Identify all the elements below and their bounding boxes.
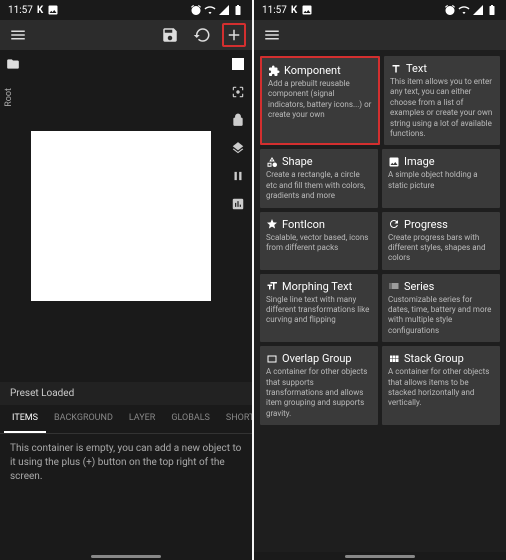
status-time: 11:57 <box>8 5 33 16</box>
card-morphing[interactable]: Morphing Text Single line text with many… <box>260 274 378 343</box>
card-title: Shape <box>282 155 313 168</box>
preset-loaded-label: Preset Loaded <box>0 382 252 405</box>
card-desc: A container for other objects that suppo… <box>266 367 372 419</box>
card-desc: Add a prebuilt reusable component (signa… <box>268 79 372 121</box>
card-image[interactable]: Image A simple object holding a static p… <box>382 149 500 207</box>
text-icon <box>390 63 402 75</box>
status-icon-k: K <box>37 5 43 16</box>
card-title: FontIcon <box>282 218 325 231</box>
save-button[interactable] <box>158 23 182 47</box>
card-progress[interactable]: Progress Create progress bars with diffe… <box>382 212 500 270</box>
picture-icon <box>388 156 400 168</box>
save-icon <box>161 26 179 44</box>
tab-items[interactable]: ITEMS <box>4 405 46 433</box>
nav-handle-2[interactable] <box>345 555 415 558</box>
editor-body: Root <box>0 50 252 382</box>
tab-layer[interactable]: LAYER <box>121 405 163 433</box>
canvas-area <box>20 50 222 382</box>
card-desc: Scalable, vector based, icons from diffe… <box>266 233 372 254</box>
puzzle-icon <box>268 65 280 77</box>
card-title: Morphing Text <box>282 280 352 293</box>
card-desc: Single line text with many different tra… <box>266 295 372 326</box>
card-fonticon[interactable]: FontIcon Scalable, vector based, icons f… <box>260 212 378 270</box>
tab-shortcuts[interactable]: SHORTCU <box>218 405 252 433</box>
card-title: Progress <box>404 218 448 231</box>
tool-column <box>228 54 248 214</box>
tab-globals[interactable]: GLOBALS <box>163 405 218 433</box>
overlap-icon <box>266 353 278 365</box>
folder-icon[interactable] <box>6 56 20 75</box>
card-title: Image <box>404 155 435 168</box>
wifi-icon <box>204 4 216 16</box>
card-desc: Customizable series for dates, time, bat… <box>388 295 494 337</box>
card-stack[interactable]: Stack Group A container for other object… <box>382 346 500 425</box>
bottom-panel: Preset Loaded ITEMS BACKGROUND LAYER GLO… <box>0 382 252 552</box>
nav-bar <box>0 552 252 560</box>
tab-background[interactable]: BACKGROUND <box>46 405 121 433</box>
morphing-icon <box>266 280 278 292</box>
nav-handle[interactable] <box>91 555 161 558</box>
card-title: Text <box>406 62 427 75</box>
root-label[interactable]: Root <box>2 80 16 115</box>
star-icon <box>266 218 278 230</box>
alarm-icon <box>190 4 202 16</box>
signal-icon <box>218 4 230 16</box>
card-title: Komponent <box>284 64 341 77</box>
card-text[interactable]: Text This item allows you to enter any t… <box>384 56 500 145</box>
tabs: ITEMS BACKGROUND LAYER GLOBALS SHORTCU <box>0 405 252 434</box>
canvas[interactable] <box>31 131 211 301</box>
undo-button[interactable] <box>190 23 214 47</box>
tool-stats[interactable] <box>228 194 248 214</box>
tool-square[interactable] <box>228 54 248 74</box>
image-icon-2 <box>301 4 313 16</box>
status-time-2: 11:57 <box>262 5 287 16</box>
hamburger-icon-2 <box>263 26 281 44</box>
signal-icon-2 <box>472 4 484 16</box>
card-desc: A simple object holding a static picture <box>388 170 494 191</box>
alarm-icon-2 <box>444 4 456 16</box>
status-bar-2: 11:57 K <box>254 0 506 20</box>
refresh-icon <box>388 218 400 230</box>
history-icon <box>193 26 211 44</box>
right-screen: 11:57 K Komponent Add a prebuilt reusabl… <box>254 0 506 560</box>
card-desc: Create progress bars with different styl… <box>388 233 494 264</box>
card-desc: Create a rectangle, a circle etc and fil… <box>266 170 372 201</box>
card-desc: This item allows you to enter any text, … <box>390 77 494 139</box>
hamburger-icon <box>9 26 27 44</box>
app-bar-2 <box>254 20 506 50</box>
card-shape[interactable]: Shape Create a rectangle, a circle etc a… <box>260 149 378 207</box>
card-title: Series <box>404 280 434 293</box>
nav-bar-2 <box>254 552 506 560</box>
app-bar <box>0 20 252 50</box>
card-desc: A container for other objects that allow… <box>388 367 494 409</box>
left-screen: 11:57 K <box>0 0 252 560</box>
image-icon <box>47 4 59 16</box>
component-picker: Komponent Add a prebuilt reusable compon… <box>254 50 506 552</box>
wifi-icon-2 <box>458 4 470 16</box>
card-overlap[interactable]: Overlap Group A container for other obje… <box>260 346 378 425</box>
card-komponent[interactable]: Komponent Add a prebuilt reusable compon… <box>260 56 380 145</box>
empty-message: This container is empty, you can add a n… <box>0 434 252 492</box>
tool-pause[interactable] <box>228 166 248 186</box>
tool-focus[interactable] <box>228 82 248 102</box>
menu-button-2[interactable] <box>260 23 284 47</box>
status-bar: 11:57 K <box>0 0 252 20</box>
menu-button[interactable] <box>6 23 30 47</box>
battery-icon <box>232 4 244 16</box>
tool-layers[interactable] <box>228 138 248 158</box>
stack-icon <box>388 353 400 365</box>
tool-lock[interactable] <box>228 110 248 130</box>
status-icon-k-2: K <box>291 5 297 16</box>
shape-icon <box>266 156 278 168</box>
battery-icon-2 <box>486 4 498 16</box>
card-title: Stack Group <box>404 352 464 365</box>
add-button[interactable] <box>222 23 246 47</box>
card-title: Overlap Group <box>282 352 352 365</box>
card-series[interactable]: Series Customizable series for dates, ti… <box>382 274 500 343</box>
plus-icon <box>225 26 243 44</box>
list-icon <box>388 280 400 292</box>
